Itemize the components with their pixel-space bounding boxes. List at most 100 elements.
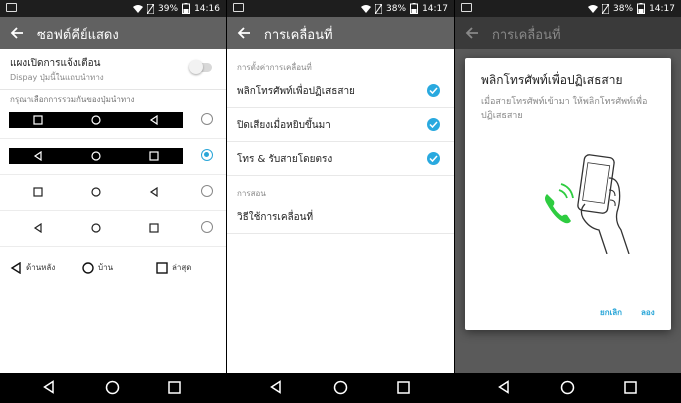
back-arrow-icon[interactable]: [236, 25, 252, 41]
recent-icon: [149, 223, 159, 233]
page-title: ซอฟต์คีย์แสดง: [37, 28, 119, 43]
page-title: การเคลื่อนที่: [492, 28, 561, 43]
nav-back-icon[interactable]: [269, 380, 283, 394]
check-icon: [429, 121, 438, 129]
status-bar: 38% 14:17: [227, 0, 454, 17]
direct-call-setting[interactable]: โทร & รับสายโดยตรง: [227, 141, 454, 176]
layout-preview: [9, 148, 183, 164]
direct-call-checkbox[interactable]: [427, 152, 440, 165]
back-arrow-icon[interactable]: [9, 25, 25, 41]
layout-option-4[interactable]: [0, 210, 226, 247]
layout-radio-2[interactable]: [201, 149, 213, 161]
flip-to-reject-setting[interactable]: พลิกโทรศัพท์เพื่อปฏิเสธสาย: [227, 73, 454, 108]
navigation-bar: [0, 373, 226, 403]
dialog-title: พลิกโทรศัพท์เพื่อปฏิเสธสาย: [481, 73, 623, 87]
nav-recent-icon[interactable]: [624, 381, 637, 394]
notification-panel-toggle[interactable]: [189, 60, 212, 74]
wifi-icon: [361, 5, 372, 13]
recent-icon: [149, 151, 159, 161]
legend-recent: ล่าสุด: [156, 261, 191, 274]
back-icon: [149, 187, 158, 197]
back-icon: [33, 223, 42, 233]
home-icon: [91, 187, 101, 197]
motion-dialog-screen: 38% 14:17 การเคลื่อนที่ พลิกโทรศัพท์เพื่…: [455, 0, 681, 403]
app-bar: การเคลื่อนที่: [227, 17, 454, 49]
home-icon: [82, 261, 94, 274]
wifi-icon: [588, 5, 599, 13]
layout-radio-1[interactable]: [201, 113, 213, 125]
setting-label: พลิกโทรศัพท์เพื่อปฏิเสธสาย: [237, 86, 355, 97]
nav-back-icon[interactable]: [497, 380, 511, 394]
battery-percent: 39%: [158, 3, 179, 14]
legend-back-label: ด้านหลัง: [26, 263, 56, 272]
layout-option-1[interactable]: [0, 102, 226, 139]
no-sim-icon: [147, 3, 155, 14]
legend-recent-label: ล่าสุด: [172, 263, 192, 272]
layout-preview: [9, 112, 183, 128]
no-sim-icon: [375, 3, 383, 14]
clock: 14:16: [194, 3, 220, 14]
setting-label: โทร & รับสายโดยตรง: [237, 154, 333, 165]
home-icon: [91, 223, 101, 233]
legend-back: ด้านหลัง: [10, 261, 55, 274]
nav-back-icon[interactable]: [42, 380, 56, 394]
soft-keys-screen: 39% 14:16 ซอฟต์คีย์แสดง แผงเปิดการแจ้งเต…: [0, 0, 226, 403]
screens: 39% 14:16 ซอฟต์คีย์แสดง แผงเปิดการแจ้งเต…: [0, 0, 681, 403]
nav-recent-icon[interactable]: [397, 381, 410, 394]
home-icon: [91, 151, 101, 161]
back-icon: [149, 115, 158, 125]
dialog-message: เมื่อสายโทรศัพท์เข้ามา ให้พลิกโทรศัพท์เพ…: [481, 97, 648, 121]
setting-label: แผงเปิดการแจ้งเตือน: [10, 58, 101, 69]
layout-radio-3[interactable]: [201, 185, 213, 197]
check-icon: [429, 87, 438, 95]
battery-percent: 38%: [386, 3, 407, 14]
cancel-button[interactable]: ยกเลิก: [600, 306, 622, 319]
phone-call-icon: [545, 183, 574, 224]
home-icon: [91, 115, 101, 125]
back-icon: [33, 151, 42, 161]
battery-percent: 38%: [613, 3, 634, 14]
status-bar: 39% 14:16: [0, 0, 226, 17]
layout-preview: [9, 220, 183, 236]
mute-on-pickup-checkbox[interactable]: [427, 118, 440, 131]
gallery-icon: [6, 3, 17, 12]
mute-on-pickup-setting[interactable]: ปิดเสียงเมื่อหยิบขึ้นมา: [227, 107, 454, 142]
layout-option-2[interactable]: [0, 138, 226, 175]
key-legend: ด้านหลัง บ้าน ล่าสุด: [0, 256, 226, 280]
recent-icon: [33, 187, 43, 197]
status-bar: 38% 14:17: [455, 0, 681, 17]
flip-to-reject-checkbox[interactable]: [427, 84, 440, 97]
setting-label: วิธีใช้การเคลื่อนที่: [237, 212, 314, 223]
hand-holding-phone-illustration: [545, 154, 630, 254]
app-bar: ซอฟต์คีย์แสดง: [0, 17, 226, 49]
page-title: การเคลื่อนที่: [264, 28, 333, 43]
motion-tutorial-item[interactable]: วิธีใช้การเคลื่อนที่: [227, 199, 454, 234]
flip-to-reject-dialog: พลิกโทรศัพท์เพื่อปฏิเสธสาย เมื่อสายโทรศั…: [465, 58, 671, 330]
wifi-icon: [133, 5, 144, 13]
battery-icon: [182, 3, 191, 14]
motion-screen: 38% 14:17 การเคลื่อนที่ การตั้งค่าการเคล…: [227, 0, 454, 403]
nav-recent-icon[interactable]: [168, 381, 181, 394]
try-button[interactable]: ลอง: [641, 306, 655, 319]
no-sim-icon: [602, 3, 610, 14]
gallery-icon: [461, 3, 472, 12]
recent-icon: [156, 261, 168, 274]
clock: 14:17: [649, 3, 675, 14]
navigation-bar: [227, 373, 454, 403]
battery-icon: [410, 3, 419, 14]
navigation-bar: [455, 373, 681, 403]
layout-preview: [9, 184, 183, 200]
layout-radio-4[interactable]: [201, 221, 213, 233]
back-arrow-icon: [465, 27, 478, 39]
nav-home-icon[interactable]: [333, 380, 348, 395]
notification-panel-setting[interactable]: แผงเปิดการแจ้งเตือน Dispay ปุ่มนี้ในแถบน…: [0, 49, 226, 90]
gallery-icon: [233, 3, 244, 12]
nav-home-icon[interactable]: [560, 380, 575, 395]
layout-option-3[interactable]: [0, 174, 226, 211]
setting-description: Dispay ปุ่มนี้ในแถบนำทาง: [10, 73, 104, 82]
nav-home-icon[interactable]: [105, 380, 120, 395]
battery-icon: [637, 3, 646, 14]
legend-home: บ้าน: [82, 261, 113, 274]
app-bar: การเคลื่อนที่: [455, 17, 681, 49]
back-icon: [10, 261, 21, 274]
